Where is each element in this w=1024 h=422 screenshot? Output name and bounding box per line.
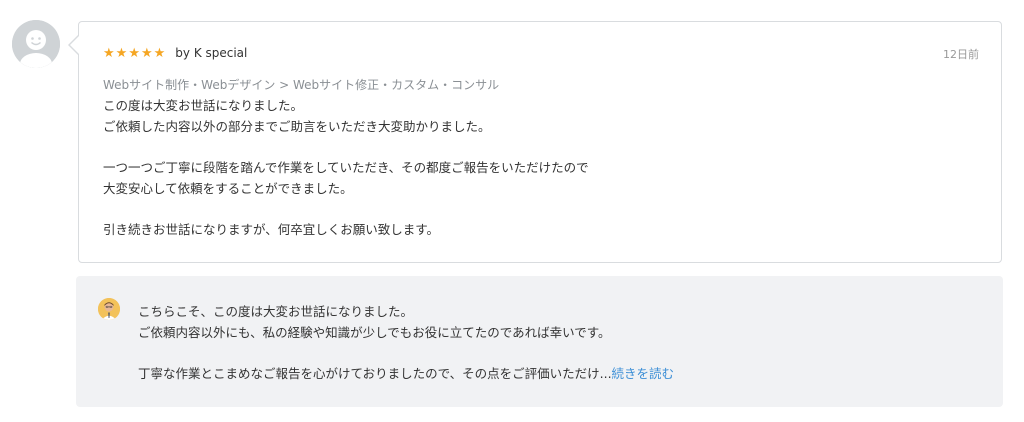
reply-text: こちらこそ、この度は大変お世話になりました。 ご依頼内容以外にも、私の経験や知識…	[138, 301, 978, 384]
star-icon: ★	[128, 45, 140, 61]
star-icon: ★	[103, 45, 115, 61]
review-date: 12日前	[943, 48, 979, 61]
reply-line: 丁寧な作業とこまめなご報告を心がけておりましたので、その点をご評価いただけ...…	[138, 363, 978, 384]
read-more-link[interactable]: 続きを読む	[612, 366, 675, 381]
review-section: ★ ★ ★ ★ ★ by K special 12日前 Webサイト制作・Web…	[0, 0, 1024, 422]
review-text: この度は大変お世話になりました。 ご依頼した内容以外の部分までご助言をいただき大…	[103, 95, 963, 240]
star-rating: ★ ★ ★ ★ ★	[103, 47, 165, 60]
review-line: 大変安心して依頼をすることができました。	[103, 181, 353, 196]
review-line: ご依頼した内容以外の部分までご助言をいただき大変助かりました。	[103, 119, 491, 134]
reviewer-avatar	[12, 20, 60, 68]
star-icon: ★	[140, 45, 153, 61]
review-line: この度は大変お世話になりました。	[103, 98, 304, 113]
reply-line: ご依頼内容以外にも、私の経験や知識が少しでもお役に立てたのであれば幸いです。	[138, 325, 611, 340]
service-category: Webサイト制作・Webデザイン > Webサイト修正・カスタム・コンサル	[103, 78, 500, 92]
star-icon: ★	[115, 45, 128, 61]
reply-line: こちらこそ、この度は大変お世話になりました。	[138, 304, 414, 319]
seller-reply: こちらこそ、この度は大変お世話になりました。 ご依頼内容以外にも、私の経験や知識…	[76, 276, 1003, 407]
review-header: ★ ★ ★ ★ ★ by K special	[103, 46, 247, 60]
review-line: 引き続きお世話になりますが、何卒宜しくお願い致します。	[103, 222, 440, 237]
reply-line-text: 丁寧な作業とこまめなご報告を心がけておりましたので、その点をご評価いただけ...	[138, 366, 612, 381]
seller-portrait-icon	[98, 298, 120, 320]
reviewer-name: by K special	[175, 46, 248, 60]
review-line: 一つ一つご丁寧に段階を踏んで作業をしていただき、その都度ご報告をいただけたので	[103, 160, 589, 175]
seller-avatar	[98, 298, 120, 320]
review-card: ★ ★ ★ ★ ★ by K special 12日前 Webサイト制作・Web…	[68, 21, 1002, 263]
star-icon: ★	[153, 45, 166, 61]
user-icon	[12, 20, 60, 68]
